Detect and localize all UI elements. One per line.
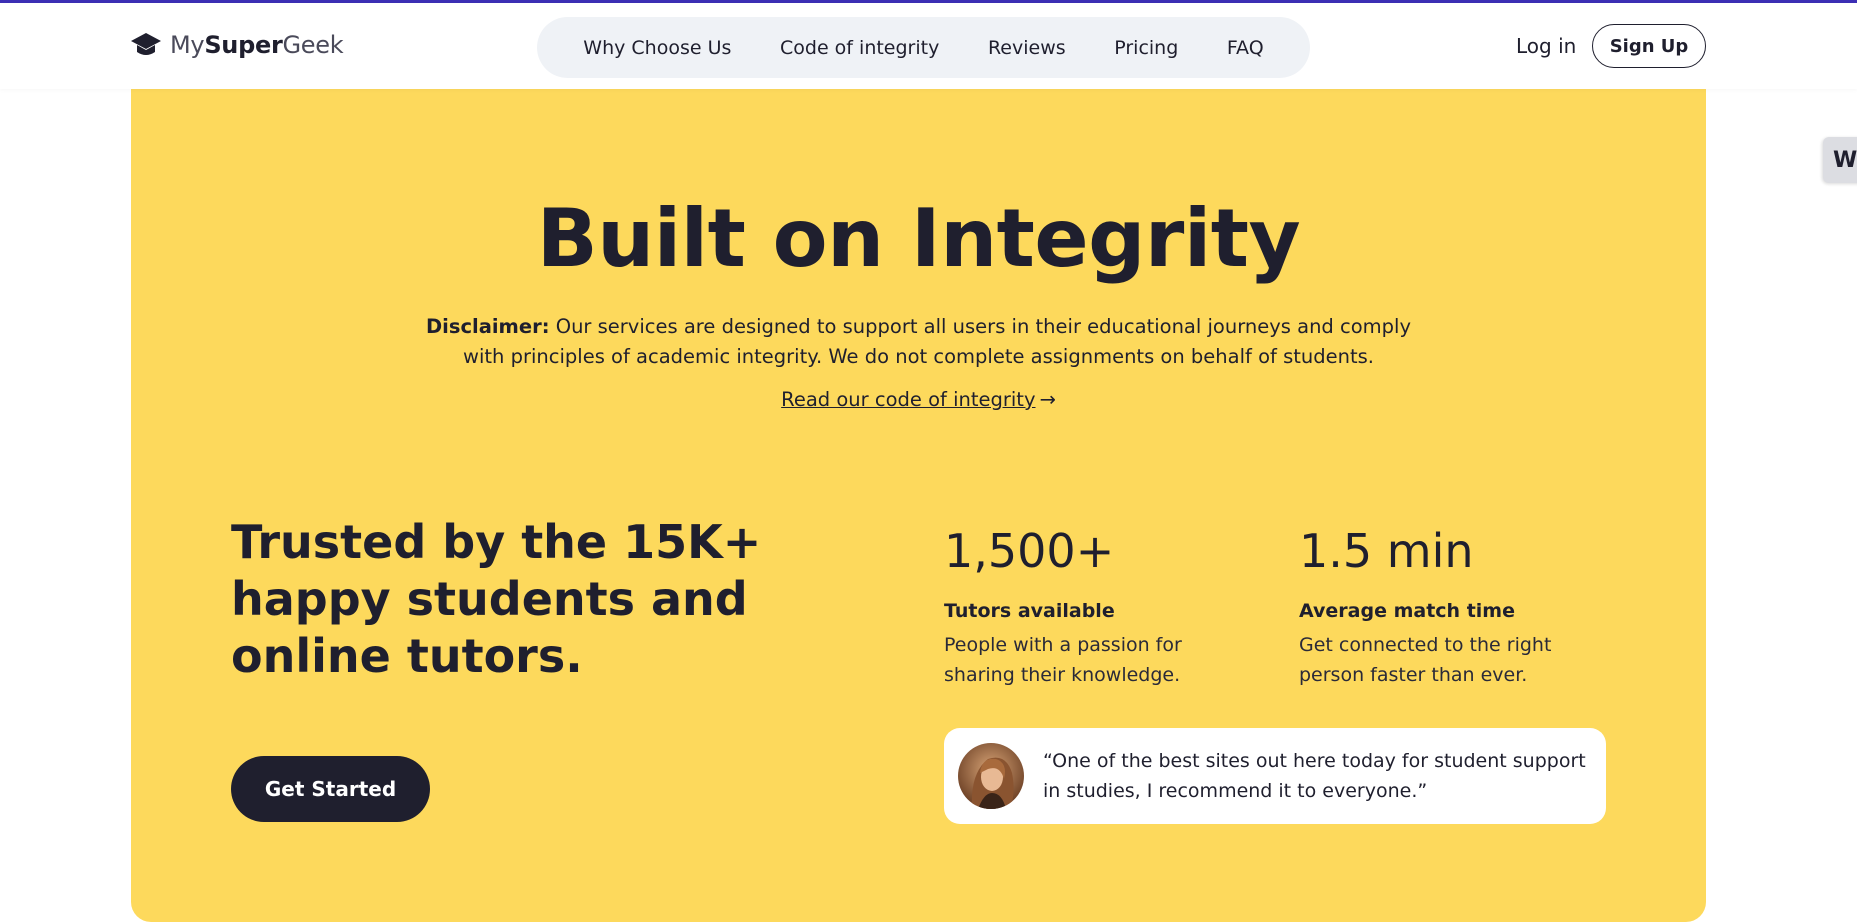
graduation-cap-icon xyxy=(130,30,162,60)
testimonial-quote: “One of the best sites out here today fo… xyxy=(1043,750,1586,802)
read-code-row: Read our code of integrity → xyxy=(131,388,1706,411)
hero-title: Built on Integrity xyxy=(536,192,1301,285)
nav-code-of-integrity[interactable]: Code of integrity xyxy=(780,37,939,59)
stat-match-time: 1.5 min Average match time Get connected… xyxy=(1299,522,1599,690)
brand-logo[interactable]: MySuperGeek xyxy=(130,30,344,60)
stat-tutors: 1,500+ Tutors available People with a pa… xyxy=(944,522,1244,690)
side-tab-label: W xyxy=(1833,147,1857,173)
nav-faq[interactable]: FAQ xyxy=(1227,37,1264,59)
integrity-hero: Built on Integrity Disclaimer: Our servi… xyxy=(131,82,1706,922)
brand-name: MySuperGeek xyxy=(170,31,344,59)
stat-description: Get connected to the right person faster… xyxy=(1299,634,1552,686)
nav-why-choose-us[interactable]: Why Choose Us xyxy=(583,37,731,59)
side-widget-tab[interactable]: W xyxy=(1823,137,1857,183)
disclaimer-text: Disclaimer: Our services are designed to… xyxy=(425,315,1411,368)
stat-value: 1,500+ xyxy=(944,524,1115,578)
avatar xyxy=(958,743,1024,809)
stat-value: 1.5 min xyxy=(1299,524,1474,578)
get-started-button[interactable]: Get Started xyxy=(231,756,430,822)
main-nav: Why Choose Us Code of integrity Reviews … xyxy=(537,17,1310,78)
trusted-headline: Trusted by the 15K+ happy students and o… xyxy=(231,515,762,683)
disclaimer-label: Disclaimer: xyxy=(425,315,550,338)
nav-reviews[interactable]: Reviews xyxy=(988,37,1066,59)
arrow-right-icon: → xyxy=(1039,388,1056,411)
signup-button[interactable]: Sign Up xyxy=(1592,24,1706,68)
nav-pricing[interactable]: Pricing xyxy=(1114,37,1178,59)
stat-label: Tutors available xyxy=(944,600,1115,622)
read-code-of-integrity-link[interactable]: Read our code of integrity xyxy=(781,388,1035,411)
testimonial-card: “One of the best sites out here today fo… xyxy=(944,728,1606,824)
stat-description: People with a passion for sharing their … xyxy=(944,634,1182,686)
site-header: MySuperGeek Why Choose Us Code of integr… xyxy=(0,3,1857,89)
stat-label: Average match time xyxy=(1299,600,1515,622)
login-link[interactable]: Log in xyxy=(1516,34,1576,58)
